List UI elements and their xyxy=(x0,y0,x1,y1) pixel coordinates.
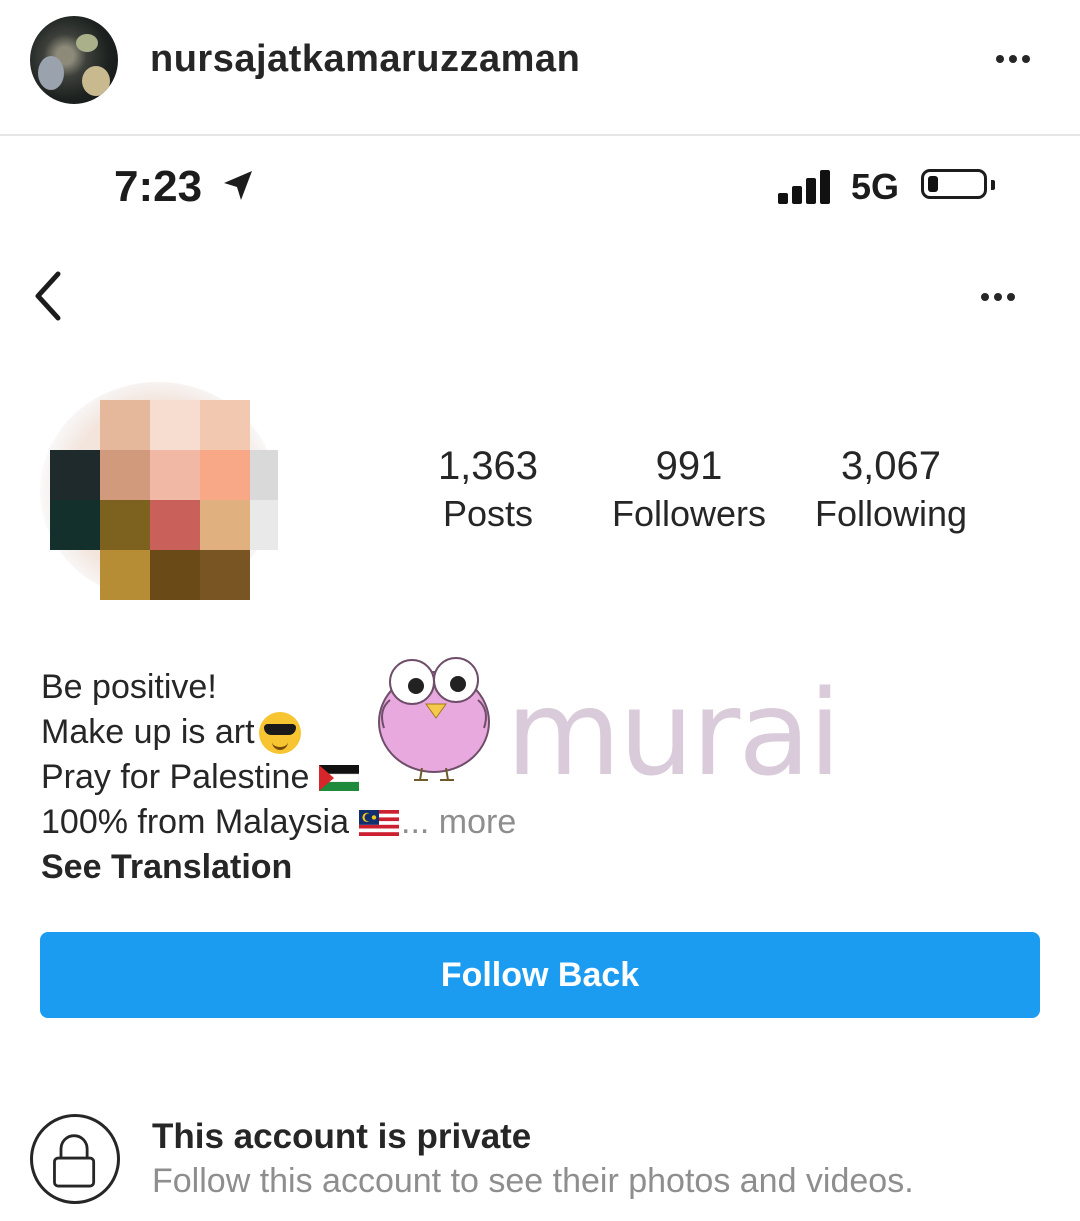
palestine-flag-icon xyxy=(319,764,360,791)
followers-label: Followers xyxy=(611,493,767,534)
watermark-text: murai xyxy=(506,664,839,790)
battery-level xyxy=(928,176,938,192)
stat-posts[interactable]: 1,363 Posts xyxy=(420,446,556,532)
signal-strength-icon xyxy=(778,170,834,204)
see-translation-link[interactable]: See Translation xyxy=(41,845,516,890)
following-count: 3,067 xyxy=(840,444,942,488)
bio-text: Make up is art xyxy=(41,713,255,751)
malaysia-flag-icon xyxy=(359,809,400,836)
private-account-subtitle: Follow this account to see their photos … xyxy=(152,1162,914,1200)
private-account-title: This account is private xyxy=(152,1117,532,1156)
battery-icon xyxy=(921,169,987,199)
profile-avatar[interactable] xyxy=(40,382,280,602)
more-horizontal-icon[interactable] xyxy=(996,55,1030,63)
status-time: 7:23 xyxy=(114,162,203,211)
bio-text: Pray for Palestine xyxy=(41,758,310,796)
post-header: nursajatkamaruzzaman xyxy=(0,0,1080,136)
sunglasses-emoji-icon xyxy=(258,711,301,754)
bio-text: 100% from Malaysia xyxy=(41,803,350,841)
chevron-left-icon[interactable] xyxy=(30,270,70,322)
battery-nub xyxy=(991,180,995,190)
stat-following[interactable]: 3,067 Following xyxy=(806,446,976,532)
more-horizontal-icon[interactable] xyxy=(981,293,1015,301)
followers-count: 991 xyxy=(655,444,723,488)
follow-back-button[interactable]: Follow Back xyxy=(40,932,1040,1018)
bio-more-link[interactable]: ... more xyxy=(401,800,516,845)
bio-text: Be positive! xyxy=(41,668,217,706)
location-arrow-icon xyxy=(224,171,252,200)
lock-icon xyxy=(30,1114,120,1204)
avatar-detail xyxy=(76,34,98,52)
network-type: 5G xyxy=(851,166,900,207)
avatar-detail xyxy=(38,56,64,90)
posts-label: Posts xyxy=(442,493,534,534)
bio-line: 100% from Malaysia ... more xyxy=(41,800,516,845)
avatar[interactable] xyxy=(30,16,118,104)
murai-bird-icon xyxy=(378,657,490,781)
post-username[interactable]: nursajatkamaruzzaman xyxy=(150,38,580,81)
posts-count: 1,363 xyxy=(437,444,539,488)
murai-watermark: murai xyxy=(378,657,841,790)
following-label: Following xyxy=(814,493,968,534)
stat-followers[interactable]: 991 Followers xyxy=(604,446,774,532)
avatar-detail xyxy=(82,66,110,96)
